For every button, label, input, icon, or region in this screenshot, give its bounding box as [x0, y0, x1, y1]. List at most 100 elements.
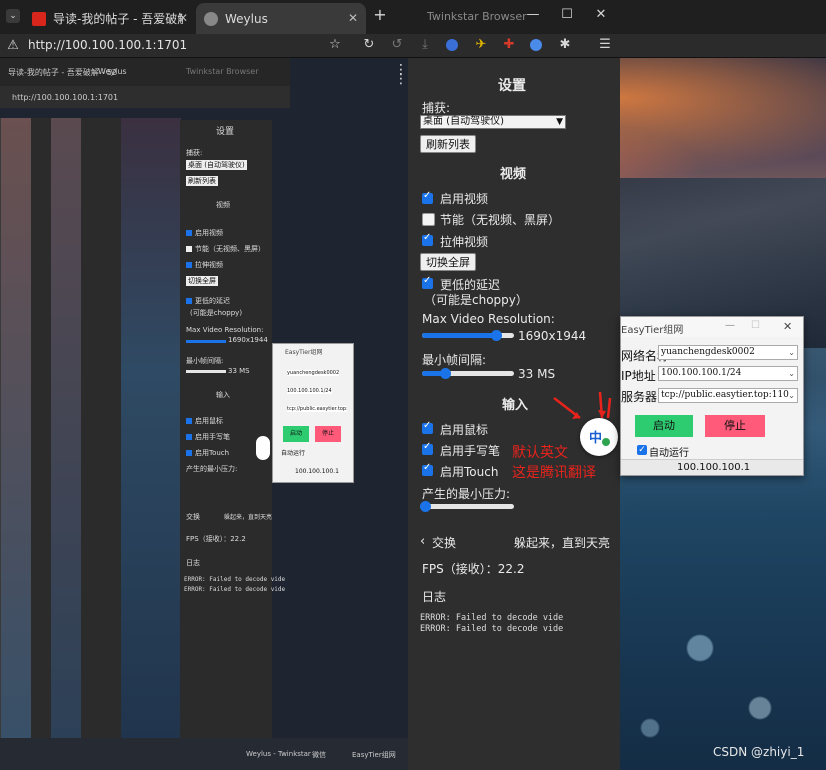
nested-label: 节能（无视频、黑屏） [195, 245, 265, 253]
maximize-icon[interactable]: ☐ [560, 8, 574, 22]
enable-mouse-label: 启用鼠标 [440, 423, 489, 437]
translate-button[interactable]: 中 [580, 418, 618, 456]
nested-label: 启用视频 [195, 229, 223, 237]
taskbar-item: 微信 [312, 751, 326, 759]
min-frame-interval-label: 最小帧间隔: [422, 353, 487, 367]
min-pressure-slider[interactable] [419, 501, 514, 512]
history-icon[interactable]: ↺ [390, 38, 404, 52]
slider-knob[interactable] [419, 501, 431, 512]
annotation-line-1: 默认英文 [512, 445, 568, 461]
chevron-down-icon: ⌄ [788, 348, 795, 357]
extension-icon[interactable]: ✈ [474, 38, 488, 52]
drag-handle-icon[interactable]: ⋮ ⋮ [394, 63, 408, 86]
url-field[interactable]: http://100.100.100.1:1701 [28, 38, 187, 52]
taskbar-item: EasyTier组网 [352, 751, 396, 759]
auto-run-checkbox[interactable]: ✓ [637, 445, 647, 455]
enable-mouse-checkbox[interactable] [422, 420, 433, 434]
warning-icon[interactable]: ⚠ [6, 39, 20, 53]
nested-heading: 输入 [216, 391, 230, 399]
nested-label: 启用Touch [195, 449, 230, 457]
nested-copy [80, 118, 121, 758]
lower-latency-checkbox[interactable] [422, 275, 433, 289]
new-tab-button[interactable]: + [372, 7, 388, 23]
nested-label: 拉伸视频 [195, 261, 223, 269]
nested-copy [50, 118, 81, 768]
capture-select[interactable]: 桌面 (自动驾驶仪) ▼ [420, 115, 566, 129]
nested-easy-field: 100.100.100.1/24 [287, 388, 332, 394]
reload-icon[interactable]: ↻ [362, 38, 376, 52]
close-tab-icon[interactable]: ✕ [178, 11, 188, 25]
star-icon[interactable]: ☆ [328, 38, 342, 52]
slider-knob[interactable] [490, 330, 502, 341]
extension-icon[interactable]: ✚ [502, 38, 516, 52]
close-tab-icon[interactable]: ✕ [348, 11, 358, 25]
tab-52pojie[interactable]: 导读-我的帖子 - 吾爱破解 - 52 ✕ [24, 3, 196, 34]
nested-button: 刷新列表 [186, 176, 218, 186]
extension-icon[interactable] [446, 39, 458, 51]
52pojie-favicon [32, 11, 46, 26]
easytier-window: EasyTier组网 — ☐ ✕ 网络名称 yuanchengdesk0002 ⌄… [620, 316, 804, 476]
nested-label: 交换 [186, 513, 200, 521]
minimize-icon[interactable]: — [526, 8, 540, 22]
server-field[interactable]: tcp://public.easytier.top:110 ⌄ [658, 388, 798, 403]
refresh-list-button[interactable]: 刷新列表 [420, 135, 476, 153]
nested-label: (可能是choppy) [190, 309, 243, 317]
hide-button[interactable]: 躲起来，直到天亮 [514, 534, 610, 551]
toggle-fullscreen-button[interactable]: 切换全屏 [420, 253, 476, 271]
nested-label: 最小帧间隔: [186, 357, 224, 365]
minimize-icon[interactable]: — [725, 320, 735, 331]
nested-copy [120, 118, 181, 748]
min-pressure-label: 产生的最小压力: [422, 487, 511, 501]
translate-icon: 中 [589, 431, 603, 446]
nested-easytier-window: EasyTier组网 yuanchengdesk0002 100.100.100… [272, 343, 354, 483]
tab-title: Weylus [225, 11, 268, 26]
enable-stylus-checkbox[interactable] [422, 441, 433, 455]
enable-video-label: 启用视频 [440, 192, 489, 206]
chevron-down-icon: ⌄ [788, 369, 795, 378]
translate-status-icon [602, 438, 610, 446]
tab-list-icon[interactable]: ⌄ [6, 9, 20, 23]
ip-field[interactable]: 100.100.100.1/24 ⌄ [658, 366, 798, 381]
nested-tab: Weylus [98, 67, 127, 76]
menu-icon[interactable]: ☰ [598, 38, 612, 52]
close-window-icon[interactable]: ✕ [783, 320, 792, 333]
min-frame-interval-slider[interactable] [422, 368, 514, 379]
nested-label: 启用鼠标 [195, 417, 223, 425]
nested-heading: 视频 [216, 201, 230, 209]
ip-value: 100.100.100.1/24 [661, 368, 742, 378]
nested-value: 33 MS [228, 367, 250, 375]
nested-copy [30, 118, 51, 770]
chevron-left-icon[interactable]: ‹ [420, 534, 425, 549]
chevron-down-icon: ▼ [556, 117, 563, 127]
input-heading: 输入 [502, 398, 529, 413]
nested-translate-badge [256, 436, 270, 460]
video-heading: 视频 [500, 167, 527, 182]
enable-stylus-label: 启用手写笔 [440, 444, 501, 458]
nested-label: 躲起来，直到天亮 [224, 514, 273, 521]
stretch-video-checkbox[interactable] [422, 232, 433, 246]
nested-label: 日志 [186, 559, 200, 567]
maximize-icon[interactable]: ☐ [751, 320, 760, 331]
slider-knob[interactable] [440, 368, 451, 379]
nested-label: 捕获: [186, 149, 203, 157]
network-name-field[interactable]: yuanchengdesk0002 ⌄ [658, 345, 798, 360]
tab-weylus[interactable]: Weylus ✕ [196, 3, 366, 34]
extension-icon[interactable] [530, 39, 542, 51]
max-resolution-slider[interactable] [422, 330, 514, 341]
start-button[interactable]: 启动 [635, 415, 693, 437]
status-ip: 100.100.100.1 [677, 462, 751, 473]
enable-touch-checkbox[interactable] [422, 462, 433, 476]
stop-button[interactable]: 停止 [705, 415, 765, 437]
swap-button[interactable]: 交换 [432, 534, 456, 551]
close-window-icon[interactable]: ✕ [594, 8, 608, 22]
nested-label: Max Video Resolution: [186, 326, 264, 334]
weylus-settings-panel: ⋮⋮ 设置 捕获: 桌面 (自动驾驶仪) ▼ 刷新列表 视频 启用视频 节能（无… [394, 58, 620, 770]
puzzle-icon[interactable]: ✱ [558, 38, 572, 52]
enable-video-checkbox[interactable] [422, 190, 433, 204]
capture-select-value: 桌面 (自动驾驶仪) [423, 116, 504, 127]
energy-saving-checkbox[interactable] [422, 213, 435, 226]
enable-touch-label: 启用Touch [440, 465, 499, 479]
download-icon[interactable]: ⤓ [418, 38, 432, 52]
recursive-screen-capture: 导读-我的帖子 - 吾爱破解 - 52 Weylus Twinkstar Bro… [0, 58, 408, 770]
nested-settings-panel: 设置 捕获: 桌面 (自动驾驶仪) 刷新列表 视频 启用视频 节能（无视频、黑屏… [180, 120, 285, 740]
